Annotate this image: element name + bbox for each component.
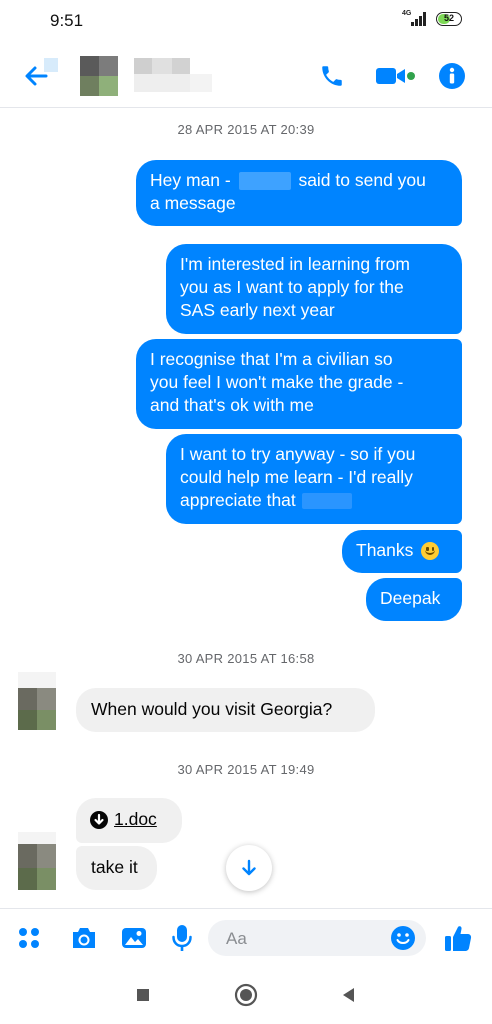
redacted-accent [44,58,58,72]
contact-name[interactable] [134,58,212,94]
message-input[interactable] [224,920,378,958]
voice-call-button[interactable] [312,56,352,96]
info-button[interactable] [432,56,472,96]
arrow-down-icon [242,859,256,876]
scroll-to-bottom-button[interactable] [226,845,272,891]
emoji-button[interactable] [388,923,418,953]
outgoing-message[interactable]: Thanks [342,530,462,573]
back-nav-button[interactable] [331,978,365,1012]
date-separator: 30 APR 2015 AT 19:49 [177,762,315,777]
message-text: Thanks [356,540,414,560]
status-bar: 9:51 4G 52 [0,0,492,44]
message-text: take it [91,857,138,877]
contact-avatar[interactable] [18,832,56,890]
battery-icon: 52 [436,12,462,26]
square-icon [137,989,149,1001]
camera-button[interactable] [66,921,102,955]
redacted-name [238,172,291,191]
redacted-name [301,493,352,510]
home-circle-icon [234,983,258,1007]
date-separator: 30 APR 2015 AT 16:58 [177,651,315,666]
header-avatar[interactable] [80,56,118,96]
contact-avatar[interactable] [18,672,56,730]
outgoing-message[interactable]: I'm interested in learning from you as I… [166,244,462,334]
video-camera-icon [376,68,415,84]
back-triangle-icon [343,988,354,1002]
info-icon [439,63,465,89]
message-text: I'm interested in learning from [180,254,410,274]
video-call-button[interactable] [370,56,420,96]
outgoing-message[interactable]: Hey man - said to send you a message [136,160,462,226]
outgoing-message[interactable]: I want to try anyway - so if you could h… [166,434,462,524]
conversation-header [0,44,492,108]
incoming-message[interactable]: take it [76,846,157,890]
gallery-button[interactable] [116,921,152,955]
download-circle-icon [90,811,108,830]
android-navigation-bar [0,964,492,1024]
thumbs-up-icon [445,926,472,951]
smiley-icon [391,926,415,950]
message-text: a message [150,193,236,213]
battery-level: 52 [443,13,454,23]
camera-icon [73,928,95,948]
message-text: could help me learn - I'd really [180,467,413,487]
message-composer [0,908,492,964]
slightly-smiling-face-icon [421,542,440,561]
message-text: SAS early next year [180,300,335,320]
signal-strength-icon [411,11,429,26]
four-dots-icon [19,928,39,948]
voice-message-button[interactable] [166,921,198,955]
home-button[interactable] [229,978,263,1012]
message-text: said to send you [293,170,426,190]
like-button[interactable] [438,919,478,957]
image-icon [122,928,146,948]
date-separator: 28 APR 2015 AT 20:39 [177,122,315,137]
more-actions-button[interactable] [14,923,44,953]
message-input-container [208,920,426,958]
incoming-message[interactable]: When would you visit Georgia? [76,688,375,732]
message-text: Hey man - [150,170,236,190]
microphone-icon [172,925,192,951]
message-text: appreciate that [180,490,296,510]
outgoing-message[interactable]: I recognise that I'm a civilian so you f… [136,339,462,429]
file-attachment[interactable]: 1.doc [76,798,182,843]
message-text: Deepak [380,588,441,608]
phone-icon [322,66,342,86]
message-text: you feel I won't make the grade - [150,372,404,392]
outgoing-message[interactable]: Deepak [366,578,462,621]
file-name[interactable]: 1.doc [114,809,157,829]
status-time: 9:51 [50,11,84,30]
message-text: I want to try anyway - so if you [180,444,416,464]
message-text: When would you visit Georgia? [91,699,333,719]
recents-button[interactable] [126,978,160,1012]
network-type-label: 4G [402,10,412,17]
message-text: you as I want to apply for the [180,277,404,297]
message-text: and that's ok with me [150,395,314,415]
message-text: I recognise that I'm a civilian so [150,349,393,369]
